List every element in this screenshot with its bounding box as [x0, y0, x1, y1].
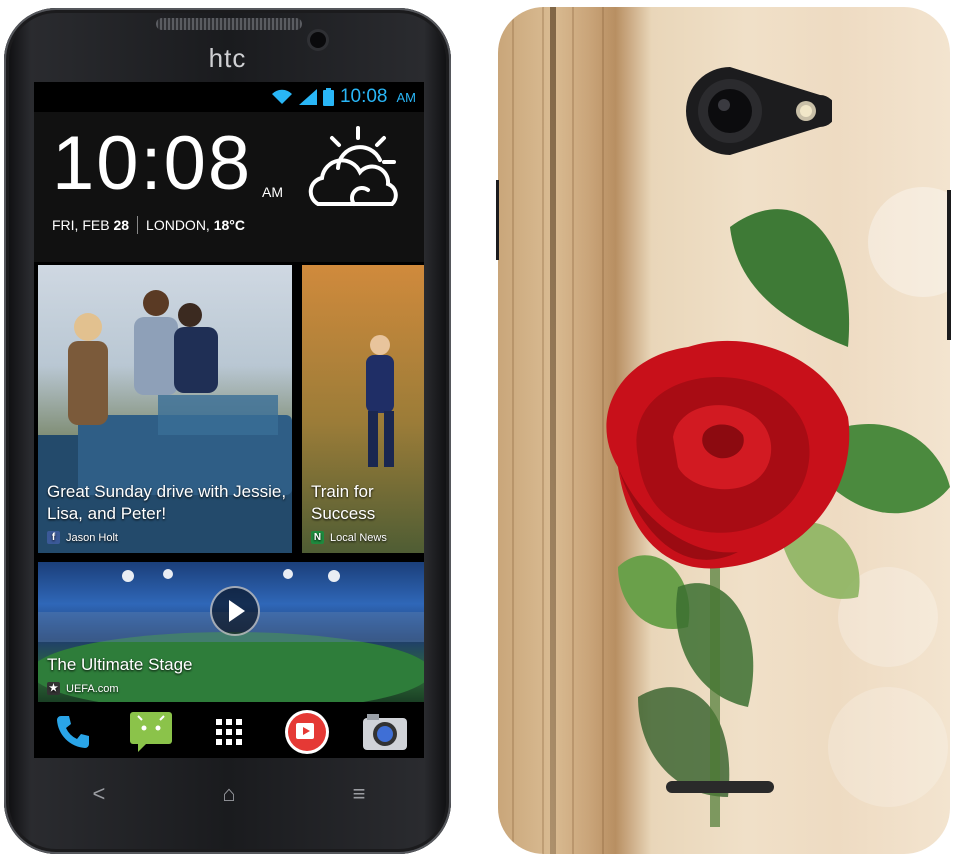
red-rose [606, 340, 850, 569]
play-icon[interactable] [210, 586, 260, 636]
feed-tile-news[interactable]: Train for Success N Local News [302, 265, 424, 553]
temperature: 18°C [213, 217, 245, 233]
tile-caption: The Ultimate Stage [47, 655, 193, 674]
feed-tile-video[interactable]: The Ultimate Stage ★ UEFA.com [38, 562, 424, 702]
menu-button[interactable]: ≡ [353, 781, 366, 807]
source-label: Jason Holt [66, 531, 118, 544]
rear-camera-icon [684, 65, 836, 157]
messages-icon[interactable] [127, 708, 175, 756]
home-button[interactable]: ⌂ [222, 781, 235, 807]
clock-ampm: AM [262, 184, 283, 200]
source-label: Local News [330, 531, 387, 544]
date-number: 28 [113, 217, 130, 233]
signal-icon [298, 89, 317, 105]
tile-source: f Jason Holt [47, 531, 118, 544]
tile-caption: Great Sunday drive with Jessie, Lisa, an… [47, 482, 287, 523]
back-button[interactable]: < [93, 781, 106, 807]
clock-widget[interactable]: 10:08 AM FRI, FEB 28 LONDON, 18°C [34, 112, 424, 262]
speaker-slot [666, 781, 774, 793]
tile-caption: Train for Success [311, 482, 376, 523]
uefa-icon: ★ [47, 682, 60, 695]
tile-source: ★ UEFA.com [47, 682, 119, 695]
divider [137, 216, 139, 234]
feed-tile-social[interactable]: Great Sunday drive with Jessie, Lisa, an… [38, 265, 292, 553]
partly-cloudy-icon [302, 124, 408, 221]
earpiece-speaker [156, 18, 302, 30]
date-day: FRI, FEB [52, 217, 110, 233]
location: LONDON, [146, 217, 210, 233]
wifi-icon [271, 89, 293, 105]
news-icon: N [311, 531, 324, 544]
tile-source: N Local News [311, 531, 387, 544]
app-drawer-icon[interactable] [205, 708, 253, 756]
phone-screen: 10:08 AM 10:08 AM FRI, FEB 28 LONDON, 18… [34, 82, 424, 758]
status-ampm: AM [396, 89, 417, 105]
status-time: 10:08 [339, 86, 388, 107]
phone-back-case [498, 7, 950, 854]
phone-icon[interactable] [49, 708, 97, 756]
status-bar: 10:08 AM [34, 82, 424, 112]
source-label: UEFA.com [66, 682, 119, 695]
app-dock [34, 706, 424, 758]
navigation-bar: < ⌂ ≡ [34, 768, 424, 820]
side-button[interactable] [947, 190, 951, 340]
date-weather-line: FRI, FEB 28 LONDON, 18°C [52, 216, 245, 234]
side-button[interactable] [496, 180, 499, 260]
battery-icon [322, 88, 334, 106]
phone-front: htc 10:08 AM 10:08 AM FRI, FEB 28 LONDON… [4, 8, 451, 854]
facebook-icon: f [47, 531, 60, 544]
brand-logo: htc [208, 43, 247, 73]
clock-time: 10:08 [52, 121, 253, 206]
camera-icon[interactable] [361, 708, 409, 756]
video-icon[interactable] [283, 708, 331, 756]
